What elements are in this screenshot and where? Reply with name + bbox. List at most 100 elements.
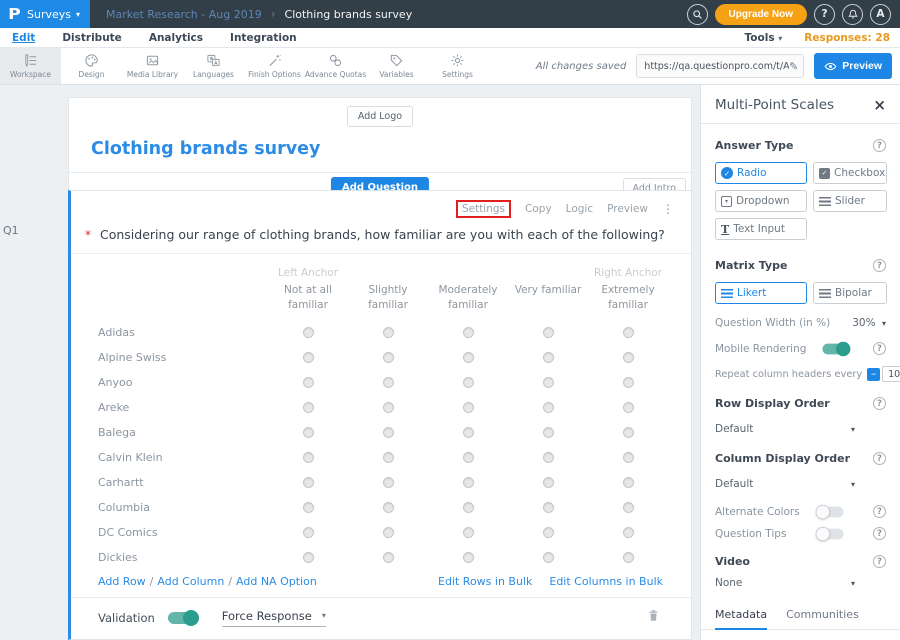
responses-count[interactable]: Responses: 28 bbox=[804, 32, 890, 44]
close-icon[interactable]: × bbox=[873, 98, 886, 113]
radio-button[interactable] bbox=[623, 402, 634, 413]
nav-item-integration[interactable]: Integration bbox=[230, 32, 297, 44]
alternate-colors-toggle[interactable] bbox=[817, 506, 844, 517]
row-label[interactable]: Anyoo bbox=[71, 376, 268, 389]
search-button[interactable] bbox=[687, 4, 708, 25]
decrement-button[interactable]: − bbox=[867, 368, 880, 381]
radio-button[interactable] bbox=[543, 402, 554, 413]
video-select[interactable]: None ▾ bbox=[715, 577, 855, 589]
toolbar-item-media-library[interactable]: Media Library bbox=[122, 48, 183, 84]
radio-button[interactable] bbox=[303, 402, 314, 413]
radio-button[interactable] bbox=[303, 477, 314, 488]
radio-button[interactable] bbox=[463, 427, 474, 438]
answer-type-slider[interactable]: Slider bbox=[813, 190, 887, 212]
left-anchor-label[interactable]: Left Anchor bbox=[268, 267, 348, 279]
radio-button[interactable] bbox=[383, 527, 394, 538]
row-label[interactable]: Areke bbox=[71, 401, 268, 414]
radio-button[interactable] bbox=[623, 527, 634, 538]
radio-button[interactable] bbox=[543, 377, 554, 388]
nav-item-edit[interactable]: Edit bbox=[12, 32, 35, 44]
row-label[interactable]: Columbia bbox=[71, 501, 268, 514]
breadcrumb-folder[interactable]: Market Research - Aug 2019 bbox=[106, 8, 262, 21]
add-logo-button[interactable]: Add Logo bbox=[347, 106, 413, 127]
add-na-option-link[interactable]: Add NA Option bbox=[236, 575, 317, 588]
row-label[interactable]: Carhartt bbox=[71, 476, 268, 489]
column-header[interactable]: Extremely familiar bbox=[588, 283, 668, 313]
radio-button[interactable] bbox=[383, 452, 394, 463]
radio-button[interactable] bbox=[463, 477, 474, 488]
radio-button[interactable] bbox=[543, 427, 554, 438]
radio-button[interactable] bbox=[543, 527, 554, 538]
toolbar-item-variables[interactable]: Variables bbox=[366, 48, 427, 84]
answer-type-text-input[interactable]: T Text Input bbox=[715, 218, 807, 240]
answer-type-dropdown[interactable]: ▾ Dropdown bbox=[715, 190, 807, 212]
radio-button[interactable] bbox=[463, 352, 474, 363]
row-label[interactable]: Alpine Swiss bbox=[71, 351, 268, 364]
survey-url-input[interactable] bbox=[644, 61, 789, 72]
column-display-select[interactable]: Default ▾ bbox=[715, 478, 855, 490]
question-width-value[interactable]: 30% bbox=[852, 317, 875, 329]
radio-button[interactable] bbox=[543, 352, 554, 363]
help-icon[interactable]: ? bbox=[873, 527, 886, 540]
radio-button[interactable] bbox=[303, 452, 314, 463]
radio-button[interactable] bbox=[623, 552, 634, 563]
radio-button[interactable] bbox=[623, 452, 634, 463]
column-header[interactable]: Very familiar bbox=[508, 283, 588, 298]
toolbar-item-advance-quotas[interactable]: Advance Quotas bbox=[305, 48, 366, 84]
radio-button[interactable] bbox=[543, 327, 554, 338]
row-label[interactable]: Adidas bbox=[71, 326, 268, 339]
edit-url-icon[interactable]: ✎ bbox=[789, 60, 798, 73]
toolbar-item-settings[interactable]: Settings bbox=[427, 48, 488, 84]
radio-button[interactable] bbox=[623, 477, 634, 488]
toolbar-item-finish-options[interactable]: Finish Options bbox=[244, 48, 305, 84]
nav-item-distribute[interactable]: Distribute bbox=[62, 32, 122, 44]
help-icon[interactable]: ? bbox=[873, 139, 886, 152]
radio-button[interactable] bbox=[303, 352, 314, 363]
toolbar-item-design[interactable]: Design bbox=[61, 48, 122, 84]
repeat-headers-input[interactable] bbox=[882, 366, 900, 382]
radio-button[interactable] bbox=[383, 352, 394, 363]
survey-title[interactable]: Clothing brands survey bbox=[91, 139, 691, 159]
notifications-button[interactable] bbox=[842, 4, 863, 25]
row-label[interactable]: Calvin Klein bbox=[71, 451, 268, 464]
answer-type-radio[interactable]: ✓ Radio bbox=[715, 162, 807, 184]
avatar[interactable]: A bbox=[870, 4, 891, 25]
radio-button[interactable] bbox=[303, 527, 314, 538]
help-button[interactable]: ? bbox=[814, 4, 835, 25]
help-icon[interactable]: ? bbox=[873, 505, 886, 518]
radio-button[interactable] bbox=[543, 452, 554, 463]
question-preview-button[interactable]: Preview bbox=[607, 203, 648, 215]
radio-button[interactable] bbox=[623, 502, 634, 513]
radio-button[interactable] bbox=[383, 427, 394, 438]
radio-button[interactable] bbox=[383, 552, 394, 563]
help-icon[interactable]: ? bbox=[873, 259, 886, 272]
help-icon[interactable]: ? bbox=[873, 555, 886, 568]
mobile-rendering-toggle[interactable] bbox=[823, 343, 850, 354]
radio-button[interactable] bbox=[463, 502, 474, 513]
radio-button[interactable] bbox=[303, 552, 314, 563]
question-more-menu-icon[interactable]: ⋮ bbox=[662, 202, 675, 216]
question-logic-button[interactable]: Logic bbox=[566, 203, 593, 215]
radio-button[interactable] bbox=[463, 377, 474, 388]
matrix-type-likert[interactable]: Likert bbox=[715, 282, 807, 304]
toolbar-item-languages[interactable]: Languages bbox=[183, 48, 244, 84]
add-column-link[interactable]: Add Column bbox=[157, 575, 224, 588]
radio-button[interactable] bbox=[623, 427, 634, 438]
radio-button[interactable] bbox=[303, 377, 314, 388]
answer-type-checkbox[interactable]: ✓ Checkbox bbox=[813, 162, 887, 184]
row-label[interactable]: DC Comics bbox=[71, 526, 268, 539]
row-label[interactable]: Dickies bbox=[71, 551, 268, 564]
radio-button[interactable] bbox=[383, 502, 394, 513]
radio-button[interactable] bbox=[383, 327, 394, 338]
column-header[interactable]: Slightly familiar bbox=[348, 283, 428, 313]
edit-rows-bulk-link[interactable]: Edit Rows in Bulk bbox=[438, 575, 532, 588]
validation-toggle[interactable] bbox=[168, 612, 198, 624]
add-row-link[interactable]: Add Row bbox=[98, 575, 146, 588]
toolbar-item-workspace[interactable]: Workspace bbox=[0, 48, 61, 84]
tab-metadata[interactable]: Metadata bbox=[715, 608, 767, 630]
edit-columns-bulk-link[interactable]: Edit Columns in Bulk bbox=[549, 575, 663, 588]
help-icon[interactable]: ? bbox=[873, 397, 886, 410]
help-icon[interactable]: ? bbox=[873, 342, 886, 355]
radio-button[interactable] bbox=[383, 477, 394, 488]
preview-button[interactable]: Preview bbox=[814, 53, 892, 79]
